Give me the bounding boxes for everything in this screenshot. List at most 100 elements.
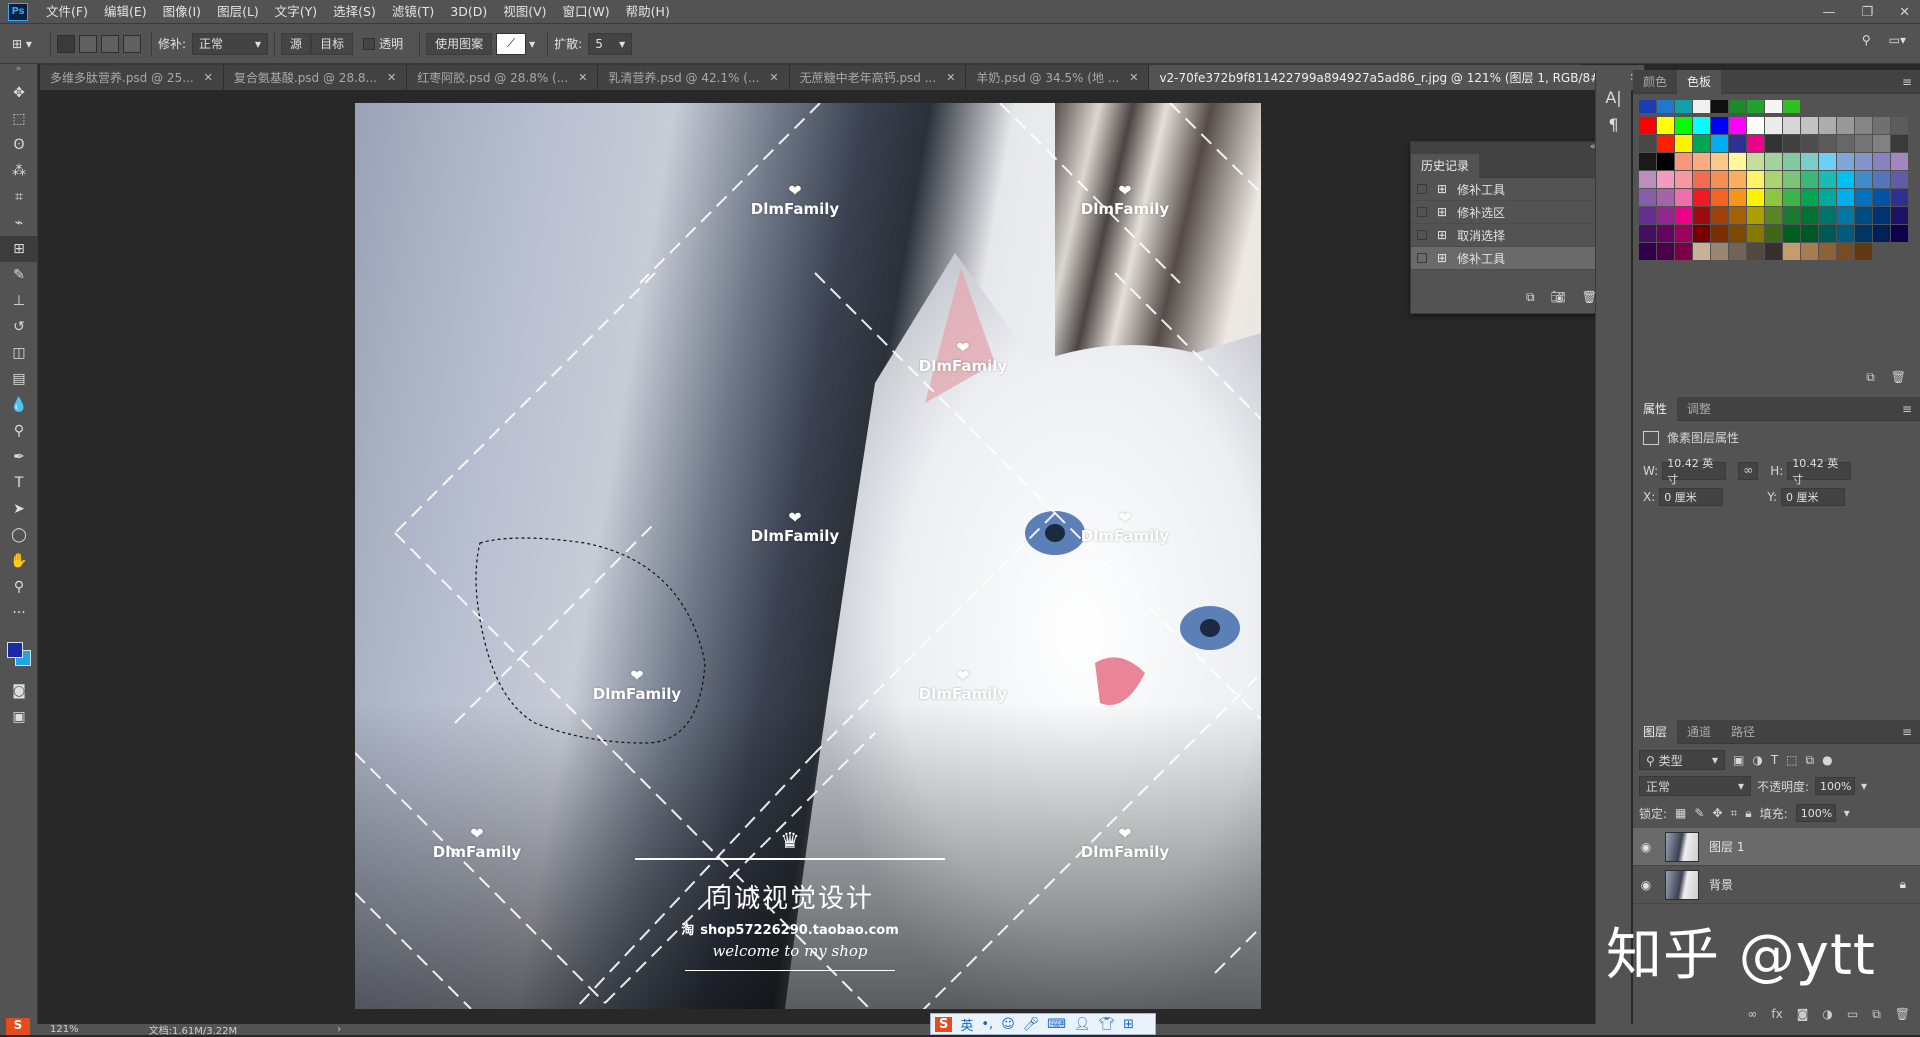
lock-artboard-icon[interactable]: ⌗ (1731, 806, 1738, 821)
microphone-icon[interactable]: 🎤︎ (1023, 1017, 1040, 1032)
eraser-icon[interactable]: ◫ (0, 340, 38, 366)
document-tab[interactable]: 无蔗糖中老年高钙.psd ... ✕ (789, 65, 967, 90)
color-swatch[interactable] (1873, 171, 1890, 188)
color-swatch[interactable] (1657, 117, 1674, 134)
fx-icon[interactable]: fx (1771, 1007, 1782, 1022)
filter-adjust-icon[interactable]: ◑ (1752, 753, 1762, 767)
subtract-selection-icon[interactable] (101, 34, 119, 53)
chevron-down-icon[interactable]: ▾ (1844, 806, 1850, 820)
filter-toggle-icon[interactable]: ● (1822, 753, 1832, 767)
history-brush-icon[interactable]: ↺ (0, 314, 38, 340)
menu-help[interactable]: 帮助(H) (618, 0, 678, 24)
history-source-checkbox[interactable] (1417, 184, 1427, 194)
color-swatch[interactable] (1891, 135, 1908, 152)
history-source-checkbox[interactable] (1417, 230, 1427, 240)
color-swatch[interactable] (1675, 117, 1692, 134)
color-swatch[interactable] (1819, 153, 1836, 170)
color-swatch[interactable] (1729, 153, 1746, 170)
screen-mode-icon[interactable]: ▣ (0, 704, 38, 730)
color-swatch[interactable] (1657, 207, 1674, 224)
recent-swatch[interactable] (1747, 100, 1764, 113)
intersect-selection-icon[interactable] (123, 34, 141, 53)
menu-window[interactable]: 窗口(W) (555, 0, 618, 24)
menu-3d[interactable]: 3D(D) (442, 0, 495, 24)
color-swatch[interactable] (1747, 225, 1764, 242)
color-swatch[interactable] (1765, 207, 1782, 224)
color-swatch[interactable] (1729, 243, 1746, 260)
color-swatch[interactable] (1819, 207, 1836, 224)
color-swatch[interactable] (1747, 171, 1764, 188)
document-tab[interactable]: 复合氨基酸.psd @ 28.8... ✕ (223, 65, 408, 90)
color-swatch[interactable] (1693, 153, 1710, 170)
link-layers-icon[interactable]: ∞ (1747, 1007, 1757, 1022)
filter-smart-icon[interactable]: ⧉ (1806, 753, 1815, 768)
close-tab-icon[interactable]: ✕ (769, 71, 778, 84)
color-swatch[interactable] (1819, 243, 1836, 260)
user-icon[interactable]: 👤︎ (1074, 1017, 1091, 1032)
color-swatch[interactable] (1837, 153, 1854, 170)
color-swatch[interactable] (1837, 243, 1854, 260)
color-swatch[interactable] (1711, 171, 1728, 188)
blend-mode-select[interactable]: 正常 ▾ (1639, 776, 1751, 796)
menu-edit[interactable]: 编辑(E) (96, 0, 155, 24)
recent-swatch[interactable] (1765, 100, 1782, 113)
color-swatch[interactable] (1675, 225, 1692, 242)
color-swatch[interactable] (1657, 171, 1674, 188)
color-swatch[interactable] (1819, 225, 1836, 242)
layer-row[interactable]: ◉ 图层 1 (1633, 828, 1920, 866)
collapse-icon[interactable]: » (0, 64, 37, 80)
trash-icon[interactable]: 🗑︎ (1895, 1007, 1910, 1022)
color-swatch[interactable] (1747, 135, 1764, 152)
color-swatch[interactable] (1639, 135, 1656, 152)
color-swatch[interactable] (1819, 171, 1836, 188)
color-swatch[interactable] (1873, 135, 1890, 152)
layer-row[interactable]: ◉ 背景 🔒︎ (1633, 866, 1920, 904)
color-swatch[interactable] (1657, 153, 1674, 170)
history-item[interactable]: ⊞ 修补工具 (1411, 178, 1619, 201)
color-swatch[interactable] (1693, 243, 1710, 260)
color-swatch[interactable] (1783, 189, 1800, 206)
color-swatch[interactable] (1657, 225, 1674, 242)
color-swatch[interactable] (1675, 153, 1692, 170)
dodge-icon[interactable]: ⚲ (0, 418, 38, 444)
color-swatch[interactable] (1711, 243, 1728, 260)
lock-transparent-icon[interactable]: ▦ (1675, 806, 1686, 820)
color-swatch[interactable] (1711, 117, 1728, 134)
type-icon[interactable]: T (0, 470, 38, 496)
color-swatch[interactable] (1711, 207, 1728, 224)
color-swatch[interactable] (1891, 171, 1908, 188)
folder-icon[interactable]: ▭ (1847, 1007, 1858, 1022)
tab-properties[interactable]: 属性 (1633, 396, 1678, 421)
document-tab[interactable]: 羊奶.psd @ 34.5% (地 ... ✕ (966, 65, 1150, 90)
add-selection-icon[interactable] (79, 34, 97, 53)
color-swatch[interactable] (1837, 207, 1854, 224)
color-swatch[interactable] (1639, 207, 1656, 224)
color-swatch[interactable] (1837, 117, 1854, 134)
color-swatch[interactable] (1765, 171, 1782, 188)
quick-select-icon[interactable]: ⁂ (0, 158, 38, 184)
menu-image[interactable]: 图像(I) (155, 0, 209, 24)
brush-icon[interactable]: ✎ (0, 262, 38, 288)
color-swatch[interactable] (1801, 171, 1818, 188)
color-swatch[interactable] (1855, 207, 1872, 224)
color-swatch[interactable] (1765, 153, 1782, 170)
color-swatch[interactable] (1783, 153, 1800, 170)
tab-channels[interactable]: 通道 (1677, 720, 1721, 744)
tool-preset-picker[interactable]: ⊞ ▾ (0, 37, 44, 51)
color-swatch[interactable] (1783, 207, 1800, 224)
chevron-right-icon[interactable]: › (337, 1024, 341, 1035)
source-button[interactable]: 源 (281, 32, 312, 55)
color-swatch[interactable] (1639, 117, 1656, 134)
close-tab-icon[interactable]: ✕ (1129, 71, 1138, 84)
history-source-checkbox[interactable] (1417, 253, 1427, 263)
color-swatch[interactable] (1693, 171, 1710, 188)
gradient-icon[interactable]: ▤ (0, 366, 38, 392)
snapshot-icon[interactable]: 📷︎ (1551, 290, 1566, 305)
panel-menu-icon[interactable]: ≡ (1902, 75, 1912, 89)
color-swatch[interactable] (1657, 135, 1674, 152)
zoom-icon[interactable]: ⚲ (0, 574, 38, 600)
character-icon[interactable]: A| (1596, 88, 1631, 107)
color-swatch[interactable] (1693, 189, 1710, 206)
y-field[interactable]: 0 厘米 (1781, 488, 1846, 506)
new-selection-icon[interactable] (57, 34, 75, 53)
